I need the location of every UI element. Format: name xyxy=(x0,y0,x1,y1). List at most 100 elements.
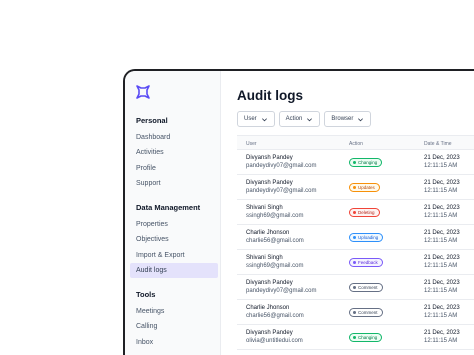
status-dot xyxy=(353,161,356,164)
action-badge: Comment xyxy=(349,283,383,292)
sidebar-item-profile[interactable]: Profile xyxy=(130,161,218,176)
user-name: Divyansh Pandey xyxy=(246,155,293,161)
group-title-personal: Personal xyxy=(136,116,168,125)
sidebar-item-inbox[interactable]: Inbox xyxy=(130,335,218,350)
user-name: Charlie Jhonson xyxy=(246,305,290,311)
sidebar-item-import-export[interactable]: Import & Export xyxy=(130,248,218,263)
user-name: Divyansh Pandey xyxy=(246,330,293,336)
action-label: Changing xyxy=(358,160,378,165)
user-email: ssingh69@gmail.com xyxy=(246,263,304,269)
user-name: Shivani Singh xyxy=(246,205,283,211)
action-badge: Updates xyxy=(349,183,380,192)
log-date: 21 Dec, 2023 xyxy=(424,305,460,311)
nav-group-data-management: Data Management Properties Objectives Im… xyxy=(125,202,221,279)
sidebar-item-objectives[interactable]: Objectives xyxy=(130,232,218,247)
log-date: 21 Dec, 2023 xyxy=(424,205,460,211)
action-badge: Changing xyxy=(349,333,383,342)
table-body: Divyansh Pandey pandeydivy07@gmail.com Cha… xyxy=(237,150,474,350)
sidebar-item-dashboard[interactable]: Dashboard xyxy=(130,130,218,145)
table-row[interactable]: Charlie Jhonson charlie56@gmail.com Upload… xyxy=(237,225,474,250)
column-header-action[interactable]: Action xyxy=(349,141,363,147)
sidebar-item-calling[interactable]: Calling xyxy=(130,319,218,334)
action-badge: Deleting xyxy=(349,208,380,217)
column-header-date[interactable]: Date & Time xyxy=(424,141,452,147)
action-label: Deleting xyxy=(358,210,375,215)
log-time: 12:11:15 AM xyxy=(424,313,458,319)
log-date: 21 Dec, 2023 xyxy=(424,280,460,286)
chevron-down-icon xyxy=(261,117,267,121)
sidebar-item-properties[interactable]: Properties xyxy=(130,217,218,232)
user-name: Shivani Singh xyxy=(246,255,283,261)
user-email: olivia@untitledui.com xyxy=(246,338,303,344)
user-email: charlie56@gmail.com xyxy=(246,313,304,319)
user-email: charlie56@gmail.com xyxy=(246,238,304,244)
log-time: 12:11:15 AM xyxy=(424,338,458,344)
filter-browser-button[interactable]: Browser xyxy=(324,111,372,127)
action-label: Comment xyxy=(358,285,378,290)
user-email: pandeydivy07@gmail.com xyxy=(246,163,317,169)
column-header-user[interactable]: User xyxy=(246,141,257,147)
table-row[interactable]: Divyansh Pandey pandeydivy07@gmail.com Cha… xyxy=(237,150,474,175)
status-dot xyxy=(353,261,356,264)
log-date: 21 Dec, 2023 xyxy=(424,255,460,261)
action-badge: Uploading xyxy=(349,233,384,242)
table-row[interactable]: Shivani Singh ssingh69@gmail.com Deleting 2… xyxy=(237,200,474,225)
filter-user-label: User xyxy=(244,116,257,122)
nav-group-tools: Tools Meetings Calling Inbox xyxy=(125,289,221,350)
log-time: 12:11:15 AM xyxy=(424,163,458,169)
log-date: 21 Dec, 2023 xyxy=(424,230,460,236)
main-content: Audit logs User Action Browser User Acti… xyxy=(222,71,474,355)
table-row[interactable]: Divyansh Pandey pandeydivy07@gmail.com Upd… xyxy=(237,175,474,200)
filter-browser-label: Browser xyxy=(331,116,354,122)
log-time: 12:11:15 AM xyxy=(424,263,458,269)
filter-action-label: Action xyxy=(285,116,303,122)
user-name: Divyansh Pandey xyxy=(246,180,293,186)
user-name: Divyansh Pandey xyxy=(246,280,293,286)
action-badge: Comment xyxy=(349,308,383,317)
audit-log-table: User Action Date & Time Divyansh Pandey p… xyxy=(237,135,474,350)
action-label: Uploading xyxy=(358,235,379,240)
log-time: 12:11:15 AM xyxy=(424,238,458,244)
table-row[interactable]: Shivani Singh ssingh69@gmail.com Feedback 2… xyxy=(237,250,474,275)
action-badge: Changing xyxy=(349,158,383,167)
chevron-down-icon xyxy=(307,117,313,121)
filter-user-button[interactable]: User xyxy=(237,111,275,127)
user-name: Charlie Jhonson xyxy=(246,230,290,236)
log-date: 21 Dec, 2023 xyxy=(424,180,460,186)
sidebar-item-meetings[interactable]: Meetings xyxy=(130,304,218,319)
page-title: Audit logs xyxy=(237,88,303,103)
nav-group-personal: Personal Dashboard Activities Profile Su… xyxy=(125,115,221,191)
sidebar: Personal Dashboard Activities Profile Su… xyxy=(125,71,221,355)
user-email: pandeydivy07@gmail.com xyxy=(246,188,317,194)
group-title-tools: Tools xyxy=(136,290,156,299)
sidebar-item-support[interactable]: Support xyxy=(130,176,218,191)
user-email: ssingh69@gmail.com xyxy=(246,213,304,219)
app-window: Personal Dashboard Activities Profile Su… xyxy=(125,71,474,355)
group-title-data-management: Data Management xyxy=(136,203,201,212)
table-row[interactable]: Divyansh Pandey olivia@untitledui.com Chan… xyxy=(237,325,474,350)
table-row[interactable]: Divyansh Pandey pandeydivy07@gmail.com Com… xyxy=(237,275,474,300)
filter-action-button[interactable]: Action xyxy=(278,111,321,127)
table-row[interactable]: Charlie Jhonson charlie56@gmail.com Commen… xyxy=(237,300,474,325)
status-dot xyxy=(353,236,356,239)
log-time: 12:11:15 AM xyxy=(424,188,458,194)
app-logo-icon[interactable] xyxy=(135,84,151,100)
chevron-down-icon xyxy=(358,117,364,121)
action-label: Feedback xyxy=(358,260,378,265)
sidebar-item-activities[interactable]: Activities xyxy=(130,145,218,160)
status-dot xyxy=(353,311,356,314)
table-header: User Action Date & Time xyxy=(237,135,474,150)
action-label: Updates xyxy=(358,185,375,190)
action-badge: Feedback xyxy=(349,258,383,267)
sidebar-item-audit-logs[interactable]: Audit logs xyxy=(130,262,218,279)
status-dot xyxy=(353,211,356,214)
log-time: 12:11:15 AM xyxy=(424,288,458,294)
log-date: 21 Dec, 2023 xyxy=(424,155,460,161)
user-email: pandeydivy07@gmail.com xyxy=(246,288,317,294)
action-label: Changing xyxy=(358,335,378,340)
filter-bar: User Action Browser xyxy=(237,111,372,127)
log-time: 12:11:15 AM xyxy=(424,213,458,219)
status-dot xyxy=(353,286,356,289)
status-dot xyxy=(353,336,356,339)
log-date: 21 Dec, 2023 xyxy=(424,330,460,336)
